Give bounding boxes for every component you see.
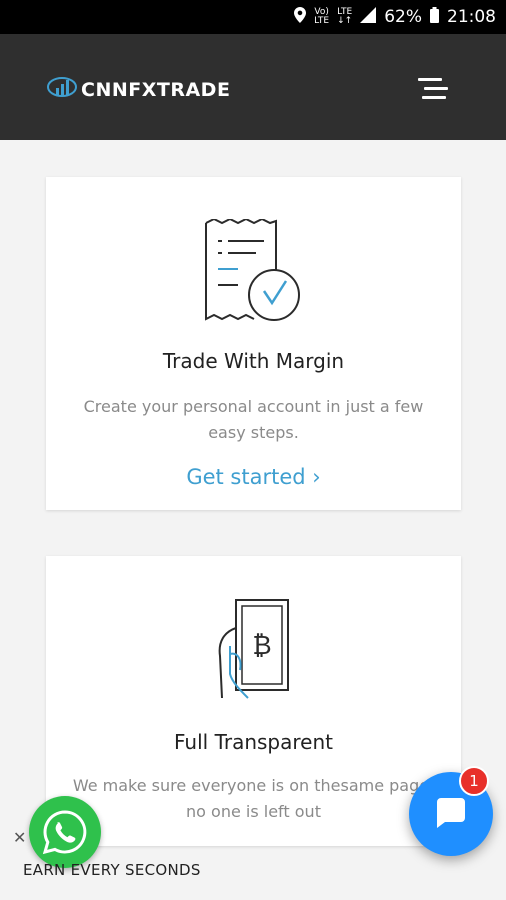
feature-card-transparent: ₿ Full Transparent We make sure everyone… [46,556,461,846]
logo-text: CNNFXTRADE [81,78,231,101]
bitcoin-banknote-icon: ₿ [216,598,292,707]
get-started-link[interactable]: Get started › [46,465,461,489]
logo[interactable]: CNNFXTRADE [46,76,230,103]
clock: 21:08 [447,7,496,27]
lte-indicator: LTE ↓↑ [337,7,353,26]
location-icon [294,6,307,28]
feature-card-margin: Trade With Margin Create your personal a… [46,177,461,510]
menu-icon[interactable] [418,78,448,100]
close-icon[interactable]: ✕ [13,828,26,847]
notification-badge: 1 [459,766,489,796]
card-description: Create your personal account in just a f… [83,397,424,442]
app-header: CNNFXTRADE [0,34,506,140]
whatsapp-icon [42,810,87,855]
logo-icon [46,76,78,103]
card-title: Full Transparent [174,730,333,754]
battery-percent: 62% [384,7,422,27]
volte-indicator: Vo) LTE [314,7,330,26]
svg-text:₿: ₿ [252,631,271,661]
battery-icon [430,6,439,28]
card-title: Trade With Margin [162,349,345,373]
receipt-check-icon [204,217,302,328]
status-bar: Vo) LTE LTE ↓↑ 62% 21:08 [0,0,506,34]
whatsapp-button[interactable] [29,796,101,868]
card-description: We make sure everyone is on thesame page… [72,776,435,821]
footer-caption: EARN EVERY SECONDS [23,861,201,879]
signal-icon [360,6,377,28]
